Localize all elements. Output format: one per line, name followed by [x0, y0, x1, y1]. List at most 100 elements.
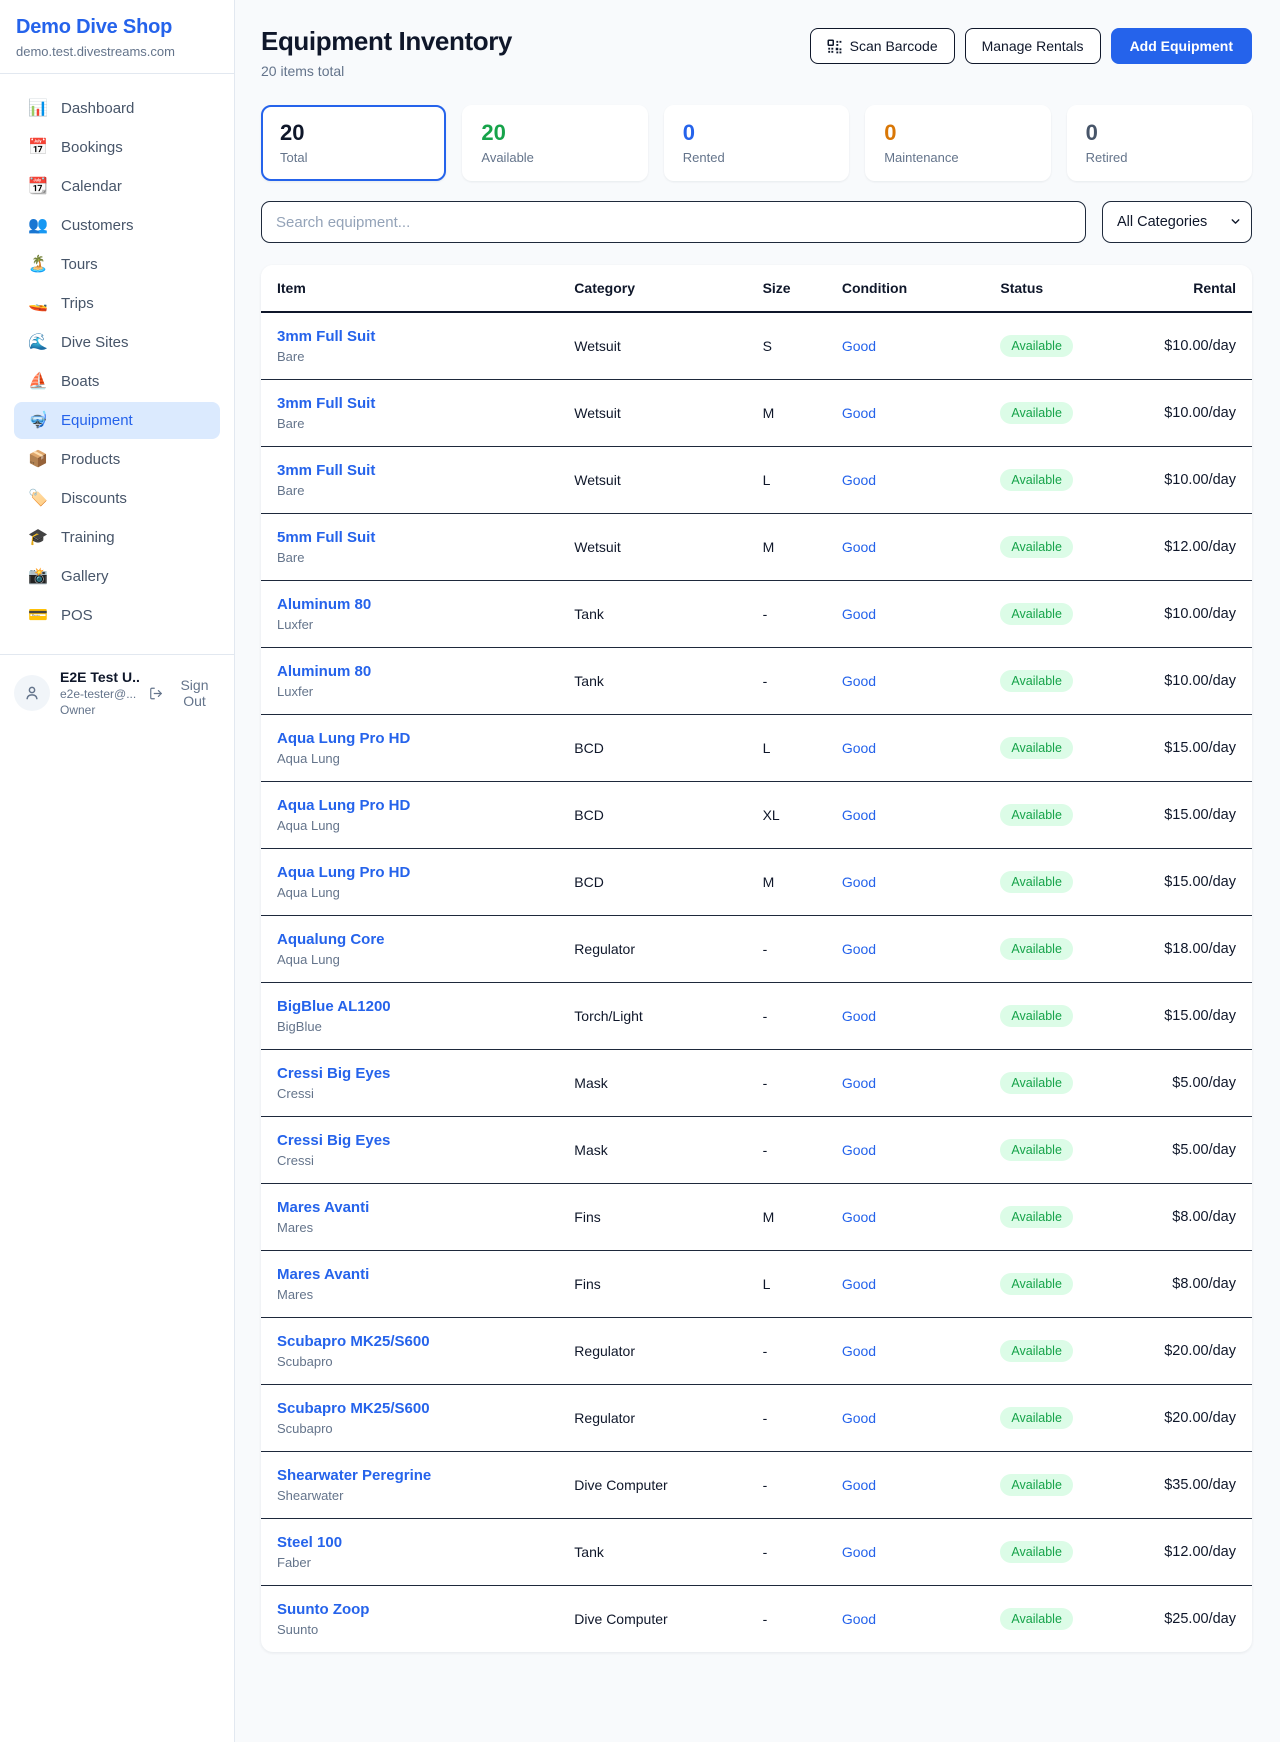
rental-cell: $35.00/day: [1123, 1452, 1252, 1519]
sidebar-item-customers[interactable]: 👥Customers: [14, 207, 220, 244]
item-name-link[interactable]: Aluminum 80: [277, 663, 542, 680]
condition-cell: Good: [826, 1318, 985, 1385]
rental-cell: $12.00/day: [1123, 1519, 1252, 1586]
user-icon: [23, 684, 41, 702]
item-name-link[interactable]: Aqualung Core: [277, 931, 542, 948]
rental-cell: $20.00/day: [1123, 1318, 1252, 1385]
sidebar-item-dashboard[interactable]: 📊Dashboard: [14, 90, 220, 127]
item-name-link[interactable]: Aqua Lung Pro HD: [277, 730, 542, 747]
sidebar-item-pos[interactable]: 💳POS: [14, 597, 220, 634]
sidebar-item-training[interactable]: 🎓Training: [14, 519, 220, 556]
condition-cell: Good: [826, 380, 985, 447]
category-cell: Tank: [558, 648, 746, 715]
item-name-link[interactable]: Aqua Lung Pro HD: [277, 864, 542, 881]
column-header-condition[interactable]: Condition: [826, 265, 985, 312]
table-row: Aqualung CoreAqua LungRegulator-GoodAvai…: [261, 916, 1252, 983]
condition-cell: Good: [826, 1452, 985, 1519]
sidebar-item-label: Boats: [61, 373, 99, 390]
sidebar-item-bookings[interactable]: 📅Bookings: [14, 129, 220, 166]
manage-rentals-button[interactable]: Manage Rentals: [965, 28, 1101, 64]
item-name-link[interactable]: 3mm Full Suit: [277, 328, 542, 345]
size-cell: -: [747, 1117, 826, 1184]
stat-value: 20: [280, 121, 427, 145]
category-select[interactable]: All Categories: [1102, 201, 1252, 243]
status-badge: Available: [1000, 1474, 1073, 1496]
category-cell: Mask: [558, 1050, 746, 1117]
item-name-link[interactable]: Scubapro MK25/S600: [277, 1400, 542, 1417]
item-name-link[interactable]: Suunto Zoop: [277, 1601, 542, 1618]
sidebar-item-discounts[interactable]: 🏷️Discounts: [14, 480, 220, 517]
category-cell: Regulator: [558, 1318, 746, 1385]
status-badge: Available: [1000, 938, 1073, 960]
status-cell: Available: [984, 849, 1123, 916]
item-name-link[interactable]: 3mm Full Suit: [277, 395, 542, 412]
item-name-link[interactable]: Shearwater Peregrine: [277, 1467, 542, 1484]
item-cell: Aqua Lung Pro HDAqua Lung: [261, 715, 558, 782]
sidebar-item-boats[interactable]: ⛵Boats: [14, 363, 220, 400]
item-brand: Faber: [277, 1555, 542, 1570]
item-name-link[interactable]: Mares Avanti: [277, 1266, 542, 1283]
scan-barcode-button[interactable]: Scan Barcode: [810, 28, 955, 64]
stat-card-rented[interactable]: 0Rented: [664, 105, 849, 181]
item-name-link[interactable]: Aqua Lung Pro HD: [277, 797, 542, 814]
sign-out-button[interactable]: Sign Out: [149, 677, 220, 709]
rental-cell: $10.00/day: [1123, 312, 1252, 380]
column-header-item[interactable]: Item: [261, 265, 558, 312]
customers-icon: 👥: [28, 218, 48, 234]
item-name-link[interactable]: Aluminum 80: [277, 596, 542, 613]
avatar: [14, 675, 50, 711]
item-name-link[interactable]: BigBlue AL1200: [277, 998, 542, 1015]
item-cell: Aqua Lung Pro HDAqua Lung: [261, 849, 558, 916]
size-cell: -: [747, 1586, 826, 1653]
status-cell: Available: [984, 782, 1123, 849]
stat-card-total[interactable]: 20Total: [261, 105, 446, 181]
status-cell: Available: [984, 1184, 1123, 1251]
size-cell: M: [747, 380, 826, 447]
item-cell: Scubapro MK25/S600Scubapro: [261, 1318, 558, 1385]
item-brand: Bare: [277, 349, 542, 364]
stat-card-maintenance[interactable]: 0Maintenance: [865, 105, 1050, 181]
item-cell: Aqualung CoreAqua Lung: [261, 916, 558, 983]
condition-cell: Good: [826, 1050, 985, 1117]
category-cell: Fins: [558, 1251, 746, 1318]
brand-name[interactable]: Demo Dive Shop: [16, 16, 218, 39]
item-name-link[interactable]: 5mm Full Suit: [277, 529, 542, 546]
item-name-link[interactable]: Cressi Big Eyes: [277, 1132, 542, 1149]
status-cell: Available: [984, 447, 1123, 514]
search-input[interactable]: [261, 201, 1086, 243]
status-badge: Available: [1000, 469, 1073, 491]
column-header-category[interactable]: Category: [558, 265, 746, 312]
column-header-size[interactable]: Size: [747, 265, 826, 312]
item-cell: 3mm Full SuitBare: [261, 380, 558, 447]
item-name-link[interactable]: Steel 100: [277, 1534, 542, 1551]
size-cell: M: [747, 849, 826, 916]
item-cell: BigBlue AL1200BigBlue: [261, 983, 558, 1050]
stat-card-retired[interactable]: 0Retired: [1067, 105, 1252, 181]
sidebar-item-trips[interactable]: 🚤Trips: [14, 285, 220, 322]
column-header-rental[interactable]: Rental: [1123, 265, 1252, 312]
item-cell: Aluminum 80Luxfer: [261, 581, 558, 648]
item-name-link[interactable]: 3mm Full Suit: [277, 462, 542, 479]
column-header-status[interactable]: Status: [984, 265, 1123, 312]
item-name-link[interactable]: Cressi Big Eyes: [277, 1065, 542, 1082]
sidebar-nav: 📊Dashboard📅Bookings📆Calendar👥Customers🏝️…: [0, 74, 234, 644]
category-cell: Tank: [558, 1519, 746, 1586]
item-name-link[interactable]: Mares Avanti: [277, 1199, 542, 1216]
stat-card-available[interactable]: 20Available: [462, 105, 647, 181]
stat-value: 0: [683, 121, 830, 145]
sidebar-item-dive-sites[interactable]: 🌊Dive Sites: [14, 324, 220, 361]
add-equipment-button[interactable]: Add Equipment: [1111, 28, 1252, 64]
sidebar-item-equipment[interactable]: 🤿Equipment: [14, 402, 220, 439]
item-name-link[interactable]: Scubapro MK25/S600: [277, 1333, 542, 1350]
size-cell: L: [747, 715, 826, 782]
gallery-icon: 📸: [28, 569, 48, 585]
table-row: Aluminum 80LuxferTank-GoodAvailable$10.0…: [261, 648, 1252, 715]
rental-cell: $15.00/day: [1123, 983, 1252, 1050]
sidebar-item-tours[interactable]: 🏝️Tours: [14, 246, 220, 283]
sidebar-item-calendar[interactable]: 📆Calendar: [14, 168, 220, 205]
sidebar-item-products[interactable]: 📦Products: [14, 441, 220, 478]
table-row: BigBlue AL1200BigBlueTorch/Light-GoodAva…: [261, 983, 1252, 1050]
sidebar-item-gallery[interactable]: 📸Gallery: [14, 558, 220, 595]
stats-row: 20Total20Available0Rented0Maintenance0Re…: [261, 105, 1252, 181]
rental-cell: $15.00/day: [1123, 782, 1252, 849]
